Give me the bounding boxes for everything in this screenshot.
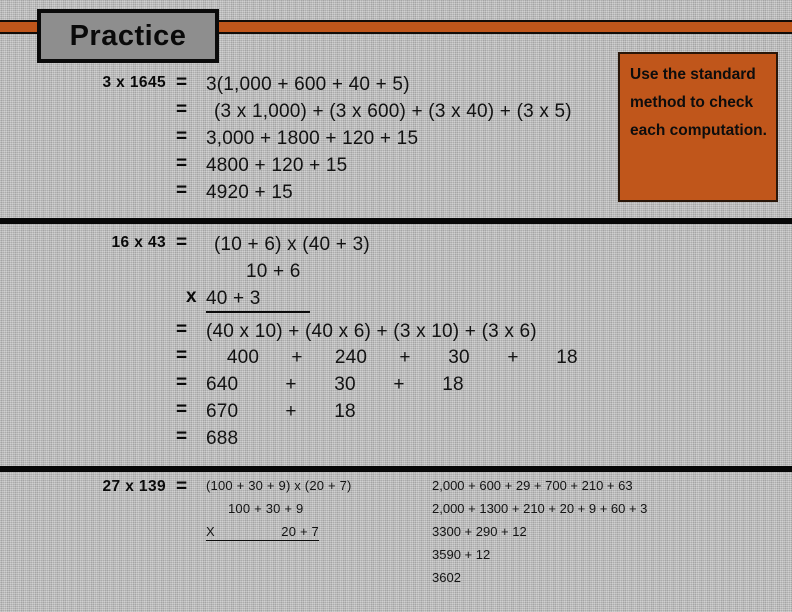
slide-canvas: Practice Use the standard method to chec… (0, 0, 792, 612)
problem-row: = 640 +30 +18 (0, 372, 792, 401)
term: 18 (556, 347, 578, 368)
problem-row: 3590 + 12 (0, 547, 792, 570)
expression: 688 (206, 428, 268, 450)
expression: 3,000 + 1800 + 120 + 15 (206, 128, 419, 149)
expression: 400 +240 +30 +18 (212, 347, 598, 369)
check-line: 3602 (432, 570, 461, 585)
equals-sign: = (176, 345, 188, 366)
operator: + (393, 374, 405, 395)
equals-sign: = (176, 476, 188, 497)
problem-row: = 4920 + 15 (0, 180, 792, 209)
operator: + (507, 347, 519, 368)
problem-row: = 688 (0, 426, 792, 455)
problem-label: 27 x 139 (102, 478, 166, 495)
operator: + (399, 347, 411, 368)
expression: 640 +30 +18 (206, 374, 484, 396)
term: 30 (448, 347, 470, 368)
expression: 3(1,000 + 600 + 40 + 5) (206, 74, 410, 95)
multiply-sign: x (186, 286, 197, 307)
problem-row: 10 + 6 (0, 261, 792, 288)
equals-sign: = (176, 399, 188, 420)
expression: (3 x 1,000) + (3 x 600) + (3 x 40) + (3 … (214, 101, 572, 122)
equals-sign: = (176, 372, 188, 393)
problem-2: 16 x 43 = (10 + 6) x (40 + 3) 10 + 6 x 4… (0, 232, 792, 455)
expression: 20 + 7 (206, 524, 319, 541)
problem-1: 3 x 1645 = 3(1,000 + 600 + 40 + 5) = (3 … (0, 72, 792, 209)
problem-row: = 670 +18 (0, 399, 792, 428)
expression: (40 x 10) + (40 x 6) + (3 x 10) + (3 x 6… (206, 321, 537, 342)
equals-sign: = (176, 99, 188, 120)
operator: + (285, 401, 297, 422)
problem-row: = (40 x 10) + (40 x 6) + (3 x 10) + (3 x… (0, 315, 792, 347)
expression: 40 + 3 (206, 288, 310, 313)
term: 240 (334, 347, 368, 368)
problem-row: = 4800 + 120 + 15 (0, 153, 792, 182)
equals-sign: = (176, 426, 188, 447)
title-box: Practice (37, 9, 219, 63)
equals-sign: = (176, 232, 188, 253)
operator: + (291, 347, 303, 368)
check-line: 2,000 + 1300 + 210 + 20 + 9 + 60 + 3 (432, 501, 648, 516)
expression: 670 +18 (206, 401, 376, 423)
problem-row: 27 x 139 = (100 + 30 + 9) x (20 + 7) 2,0… (0, 476, 792, 501)
page-title: Practice (69, 19, 187, 52)
expression: (10 + 6) x (40 + 3) (214, 234, 370, 255)
equals-sign: = (176, 180, 188, 201)
expression: 10 + 6 (246, 261, 301, 282)
problem-row: 3602 (0, 570, 792, 593)
problem-row: = (3 x 1,000) + (3 x 600) + (3 x 40) + (… (0, 99, 792, 128)
expression: 100 + 30 + 9 (228, 501, 304, 516)
equals-sign: = (176, 72, 188, 93)
term: 640 (206, 374, 239, 395)
problem-row: 16 x 43 = (10 + 6) x (40 + 3) (0, 232, 792, 261)
section-divider-2 (0, 466, 792, 472)
problem-label: 16 x 43 (111, 234, 166, 251)
problem-row: 3 x 1645 = 3(1,000 + 600 + 40 + 5) (0, 72, 792, 101)
problem-label: 3 x 1645 (102, 74, 166, 91)
operator: + (285, 374, 297, 395)
problem-row-multiplicand: x 40 + 3 (0, 286, 792, 315)
check-line: 3590 + 12 (432, 547, 491, 562)
equals-sign: = (176, 126, 188, 147)
check-line: 2,000 + 600 + 29 + 700 + 210 + 63 (432, 478, 633, 493)
check-line: 3300 + 290 + 12 (432, 524, 527, 539)
problem-row: = 400 +240 +30 +18 (0, 345, 792, 374)
problem-row: = 3,000 + 1800 + 120 + 15 (0, 126, 792, 155)
expression: 4800 + 120 + 15 (206, 155, 348, 176)
expression: 4920 + 15 (206, 182, 293, 203)
equals-sign: = (176, 319, 188, 340)
term: 30 (334, 374, 356, 395)
problem-row: 100 + 30 + 9 2,000 + 1300 + 210 + 20 + 9… (0, 501, 792, 524)
equals-sign: = (176, 153, 188, 174)
problem-row-multiplicand: X 20 + 7 3300 + 290 + 12 (0, 524, 792, 547)
expression: (100 + 30 + 9) x (20 + 7) (206, 478, 352, 493)
term: 400 (226, 347, 260, 368)
term: 688 (206, 428, 239, 449)
term: 18 (334, 401, 356, 422)
term: 18 (442, 374, 464, 395)
problem-3: 27 x 139 = (100 + 30 + 9) x (20 + 7) 2,0… (0, 476, 792, 593)
section-divider-1 (0, 218, 792, 224)
term: 670 (206, 401, 239, 422)
